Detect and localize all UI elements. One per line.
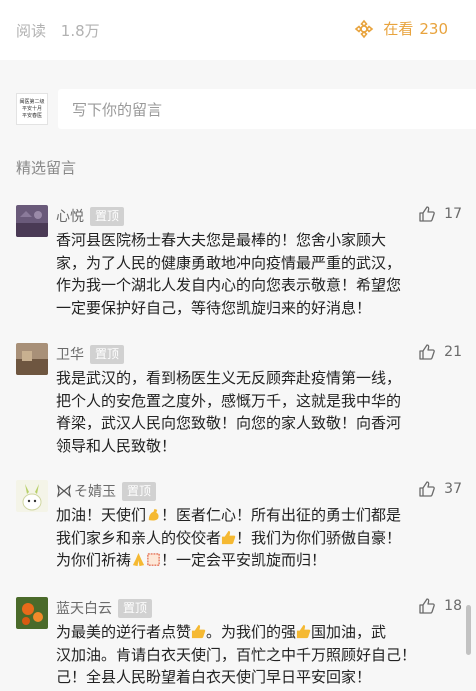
- pinned-badge: 置顶: [122, 481, 157, 501]
- article-stats-bar: 阅读 1.8万 在看 230: [0, 0, 476, 60]
- red-envelope-icon: [147, 553, 160, 566]
- comment-text: 为最美的逆行者点赞 。为我们的强 国加油，武 汉加油。肯请白衣天使门，百忙之中千万照…: [56, 621, 466, 689]
- thumbs-up-icon: [419, 206, 436, 222]
- user-avatar: 闽医第二级 平安十月 平安春医: [16, 93, 48, 125]
- comment-line: 把个人的安危置之度外，感慨万千，这就是我中华的: [56, 391, 402, 410]
- commenter-name[interactable]: そ婧玉: [74, 481, 116, 501]
- avatar[interactable]: [16, 343, 48, 375]
- like-button[interactable]: 37: [418, 480, 462, 498]
- comment-text: 香河县医院杨士春大夫您是最棒的！您舍小家顾大 家，为了人民的健康勇敢地冲向疫情最…: [56, 229, 466, 319]
- comment-fragment: ！一定会平安凯旋而归！: [161, 551, 327, 569]
- thumbs-up-emoji-icon: [191, 624, 206, 639]
- pinned-badge: 置顶: [90, 206, 125, 226]
- watching-button[interactable]: 在看 230: [354, 18, 448, 39]
- watching-count: 230: [419, 19, 448, 38]
- avatar[interactable]: [16, 480, 48, 512]
- avatar[interactable]: [16, 597, 48, 629]
- comment-line: 己！全县人民盼望着白衣天使门早日平安回家！: [56, 668, 372, 686]
- comment-fragment: 我们家乡和亲人的佼佼者: [56, 528, 222, 547]
- watching-label: 在看: [383, 20, 414, 38]
- comment-fragment: ！医者仁心！所有出征的勇士们都是: [161, 506, 402, 524]
- thumbs-up-emoji-icon: [221, 530, 236, 544]
- commenter-name[interactable]: 心悦: [56, 206, 84, 226]
- comment-line: 汉加油。肯请白衣天使门，百忙之中千万照顾好自己！: [56, 645, 417, 664]
- pinned-badge: 置顶: [90, 344, 125, 364]
- thumbs-up-icon: [419, 598, 436, 614]
- like-button[interactable]: 17: [418, 205, 462, 223]
- thumbs-up-icon: [419, 344, 436, 360]
- commenter-name[interactable]: 卫华: [56, 344, 84, 364]
- praying-hands-icon: [132, 552, 145, 567]
- comment-fragment: 。为我们的强: [206, 623, 297, 641]
- comment-line: 加油！天使们 ！医者仁心！所有出征的勇士们都是: [56, 504, 466, 527]
- avatar[interactable]: [16, 205, 48, 237]
- scrollbar[interactable]: [466, 605, 471, 655]
- like-button[interactable]: 21: [418, 343, 462, 361]
- comment-line: 我是武汉的，看到杨医生义无反顾奔赴疫情第一线，: [56, 369, 402, 387]
- comment-line: 领导和人民致敬！: [56, 436, 177, 455]
- comment-line: 香河县医院杨士春大夫您是最棒的！您舍小家顾大: [56, 231, 387, 249]
- comment-line: 脊梁，武汉人民向您致敬！向您的家人致敬！向香河: [56, 414, 402, 432]
- comment-fragment: 为最美的逆行者点赞: [56, 623, 192, 641]
- comment-fragment: 为你们祈祷: [56, 551, 132, 569]
- thumbs-up-emoji-icon: [296, 624, 311, 639]
- comment-input-row: 闽医第二级 平安十月 平安春医 写下你的留言: [16, 88, 476, 130]
- comment-line: 作为我一个湖北人发自内心的向您表示敬意！希望您: [56, 276, 402, 294]
- user-avatar-line: 闽医第二级: [19, 98, 45, 105]
- like-button[interactable]: 18: [418, 597, 462, 615]
- comment-line: 一定要保护好自己，等待您凯旋归来的好消息！: [56, 298, 372, 317]
- read-count-value: 1.8万: [60, 22, 100, 40]
- comment-line: 家，为了人民的健康勇敢地冲向疫情最严重的武汉，: [56, 253, 402, 272]
- comment-input-placeholder: 写下你的留言: [72, 100, 163, 119]
- like-count: 37: [444, 481, 462, 497]
- comment-text: 加油！天使们 ！医者仁心！所有出征的勇士们都是 我们家乡和亲人的佼佼者 ！我们为你们…: [56, 504, 466, 572]
- comment-line: 为你们祈祷 ！一定会平安凯旋而归！: [56, 549, 466, 572]
- thumbs-up-icon: [419, 481, 436, 497]
- pinned-badge: 置顶: [118, 598, 153, 618]
- flexed-biceps-icon: [148, 508, 159, 521]
- featured-comments-title: 精选留言: [16, 159, 77, 177]
- read-count: 阅读 1.8万: [16, 20, 100, 41]
- comment-fragment: 国加油，武: [311, 623, 387, 641]
- read-label: 阅读: [16, 22, 47, 40]
- like-count: 17: [444, 206, 462, 222]
- commenter-name[interactable]: 蓝天白云: [56, 598, 112, 618]
- comment-line: 为最美的逆行者点赞 。为我们的强 国加油，武: [56, 621, 466, 644]
- comment-fragment: ！我们为你们骄傲自豪！: [236, 528, 402, 547]
- user-avatar-line: 平安十月: [21, 105, 42, 112]
- like-count: 21: [444, 344, 462, 360]
- user-avatar-line: 平安春医: [21, 112, 42, 119]
- comment-fragment: 加油！天使们: [56, 506, 147, 524]
- comment-input[interactable]: 写下你的留言: [58, 89, 476, 129]
- watching-flower-icon: [355, 19, 374, 38]
- like-count: 18: [444, 598, 462, 614]
- comment-text: 我是武汉的，看到杨医生义无反顾奔赴疫情第一线， 把个人的安危置之度外，感慨万千，…: [56, 367, 466, 457]
- comment-line: 我们家乡和亲人的佼佼者 ！我们为你们骄傲自豪！: [56, 527, 466, 550]
- butterfly-icon: [57, 484, 71, 498]
